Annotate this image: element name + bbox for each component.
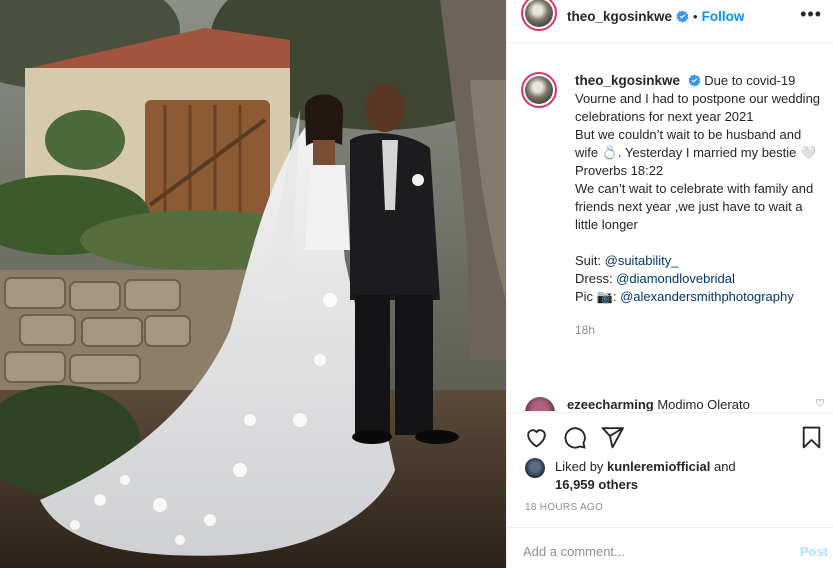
actions-divider xyxy=(507,412,833,413)
comment-text: Modimo Olerato xyxy=(657,397,750,411)
share-button[interactable] xyxy=(597,422,627,452)
author-username[interactable]: theo_kgosinkwe xyxy=(567,9,672,24)
caption-timestamp[interactable]: 18h xyxy=(575,321,826,339)
post-side-panel: theo_kgosinkwe • Follow ••• theo_kgosink… xyxy=(506,0,833,568)
caption-body: theo_kgosinkwe Due to covid-19 Vourne an… xyxy=(575,72,826,339)
follow-button[interactable]: Follow xyxy=(702,9,745,24)
credit-dress: Dress: @diamondlovebridal xyxy=(575,271,735,286)
add-comment-bar: Post xyxy=(523,536,828,566)
add-comment-input[interactable] xyxy=(523,543,800,559)
paper-plane-icon xyxy=(601,426,624,448)
credit-photo: Pic 📷: @alexandersmithphotography xyxy=(575,289,794,304)
header-divider xyxy=(507,43,833,44)
caption-line: Proverbs 18:22 xyxy=(575,163,664,178)
save-button[interactable] xyxy=(796,422,826,452)
post-header: theo_kgosinkwe • Follow ••• xyxy=(507,0,833,32)
post-photo[interactable] xyxy=(0,0,506,568)
likes-summary: Liked by kunleremiofficial and 16,959 ot… xyxy=(525,458,825,494)
post-comment-button[interactable]: Post xyxy=(800,544,828,559)
liker-avatar[interactable] xyxy=(525,458,545,478)
comment-like-icon[interactable]: ♡ xyxy=(815,397,825,410)
comment-preview: ezeecharming Modimo Olerato ♡ xyxy=(525,397,825,411)
verified-badge-icon xyxy=(676,9,689,23)
caption-line: We can’t wait to celebrate with family a… xyxy=(575,181,814,232)
wedding-photo-image xyxy=(0,0,506,568)
likes-others-link[interactable]: 16,959 others xyxy=(555,477,638,492)
verified-badge-icon xyxy=(688,74,701,87)
caption: theo_kgosinkwe Due to covid-19 Vourne an… xyxy=(521,72,826,339)
bookmark-icon xyxy=(802,426,820,448)
caption-line: But we couldn’t wait to be husband and w… xyxy=(575,127,817,160)
comment-button[interactable] xyxy=(559,422,589,452)
caption-username[interactable]: theo_kgosinkwe xyxy=(575,73,680,88)
post-modal: theo_kgosinkwe • Follow ••• theo_kgosink… xyxy=(0,0,833,568)
commenter-username[interactable]: ezeecharming xyxy=(567,397,654,411)
caption-avatar[interactable] xyxy=(521,72,557,108)
liker-username[interactable]: kunleremiofficial xyxy=(607,459,710,474)
comment-icon xyxy=(564,426,586,449)
mention-link[interactable]: @diamondlovebridal xyxy=(616,271,735,286)
mention-link[interactable]: @alexandersmithphotography xyxy=(620,289,794,304)
heart-icon xyxy=(526,428,546,447)
likes-prefix: Liked by xyxy=(555,459,608,474)
mention-link[interactable]: @suitability_ xyxy=(605,253,679,268)
more-options-icon[interactable]: ••• xyxy=(800,4,822,25)
add-comment-divider xyxy=(507,527,833,528)
like-button[interactable] xyxy=(521,422,551,452)
commenter-avatar[interactable] xyxy=(525,397,555,411)
header-separator: • xyxy=(693,8,698,24)
action-bar xyxy=(521,422,826,452)
credit-suit: Suit: @suitability_ xyxy=(575,253,679,268)
author-avatar[interactable] xyxy=(521,0,557,31)
post-timestamp[interactable]: 18 HOURS AGO xyxy=(525,502,603,513)
